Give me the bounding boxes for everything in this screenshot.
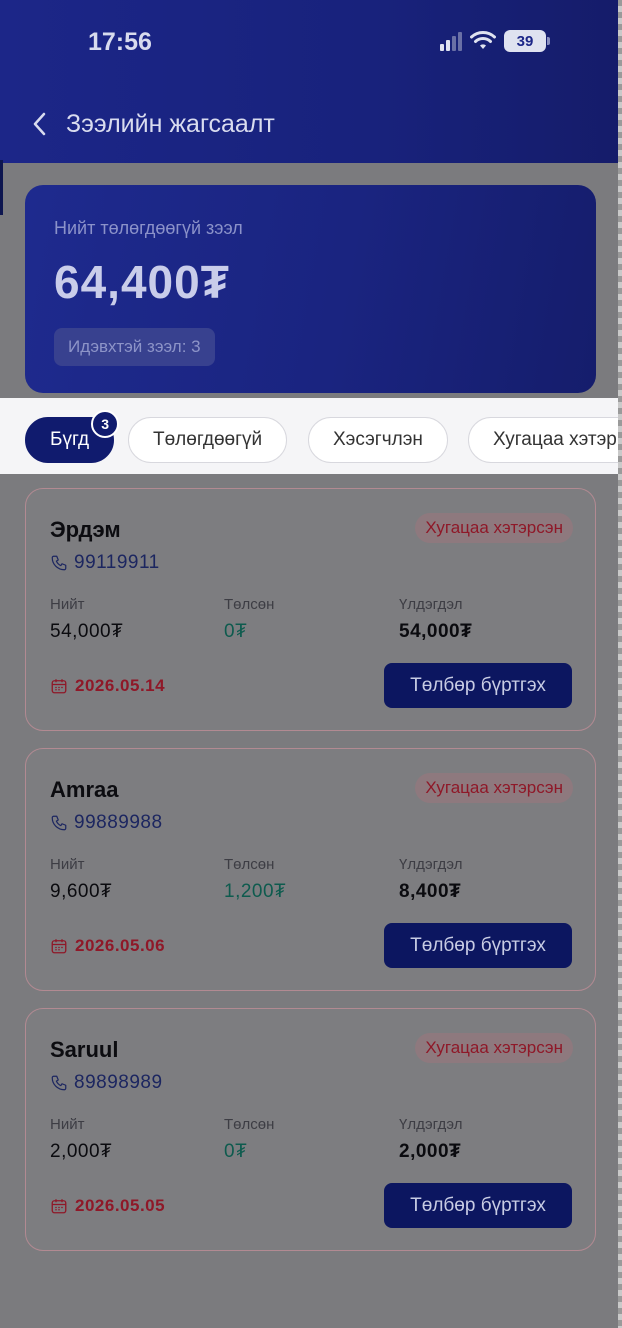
due-date-row: 2026.05.06 [50, 936, 165, 956]
filter-overdue[interactable]: Хугацаа хэтэр [468, 417, 622, 463]
app-header: 17:56 39 Зээлийн жагсаалт [0, 0, 618, 163]
paid-value: 1,200₮ [224, 881, 287, 902]
loan-card[interactable]: Saruul Хугацаа хэтэрсэн 89898989 Нийт 2,… [25, 1008, 596, 1251]
window-edge [618, 0, 622, 1328]
back-chevron-icon[interactable] [28, 108, 52, 140]
filter-partial-label: Хэсэгчлэн [333, 429, 423, 450]
due-date-row: 2026.05.05 [50, 1196, 165, 1216]
filter-partial[interactable]: Хэсэгчлэн [308, 417, 448, 463]
loan-card[interactable]: Amraa Хугацаа хэтэрсэн 99889988 Нийт 9,6… [25, 748, 596, 991]
register-payment-button[interactable]: Төлбөр бүртгэх [384, 1183, 572, 1228]
remaining-value: 54,000₮ [399, 621, 473, 642]
status-badge: Хугацаа хэтэрсэн [415, 513, 573, 543]
due-date: 2026.05.06 [75, 936, 166, 955]
phone-row[interactable]: 89898989 [50, 1072, 163, 1094]
remaining-value: 8,400₮ [399, 881, 462, 902]
paid-label: Төлсөн [224, 596, 275, 613]
filter-all[interactable]: Бүгд 3 [25, 410, 120, 463]
total-column: Нийт 54,000₮ [50, 596, 123, 643]
phone-row[interactable]: 99119911 [50, 552, 160, 574]
total-column: Нийт 2,000₮ [50, 1116, 112, 1163]
wifi-icon [470, 31, 496, 49]
calendar-icon [51, 1199, 67, 1214]
total-value: 54,000₮ [50, 621, 124, 642]
signal-icon [440, 31, 462, 51]
filter-all-label: Бүгд [50, 429, 90, 450]
remaining-value: 2,000₮ [399, 1141, 462, 1162]
status-time: 17:56 [88, 28, 152, 56]
remaining-label: Үлдэгдэл [399, 856, 463, 873]
total-column: Нийт 9,600₮ [50, 856, 112, 903]
borrower-name: Amraa [50, 777, 119, 802]
paid-value: 0₮ [224, 621, 248, 642]
phone-icon [51, 555, 67, 571]
phone-icon [51, 1075, 67, 1091]
remaining-column: Үлдэгдэл 2,000₮ [399, 1116, 462, 1163]
due-date: 2026.05.05 [75, 1196, 166, 1215]
remaining-label: Үлдэгдэл [399, 1116, 463, 1133]
status-badge: Хугацаа хэтэрсэн [415, 1033, 573, 1063]
calendar-icon [51, 679, 67, 694]
phone-number: 99119911 [74, 552, 160, 573]
paid-column: Төлсөн 1,200₮ [224, 856, 286, 903]
left-edge-bar [0, 160, 3, 215]
phone-number: 89898989 [74, 1072, 163, 1093]
remaining-column: Үлдэгдэл 8,400₮ [399, 856, 462, 903]
phone-number: 99889988 [74, 812, 163, 833]
phone-icon [51, 815, 67, 831]
register-payment-button[interactable]: Төлбөр бүртгэх [384, 923, 572, 968]
summary-label: Нийт төлөгдөөгүй зээл [54, 218, 243, 238]
filter-overdue-label: Хугацаа хэтэр [493, 429, 617, 450]
loan-card[interactable]: Эрдэм Хугацаа хэтэрсэн 99119911 Нийт 54,… [25, 488, 596, 731]
register-payment-button[interactable]: Төлбөр бүртгэх [384, 663, 572, 708]
active-loans-badge: Идэвхтэй зээл: 3 [54, 328, 215, 366]
page-title: Зээлийн жагсаалт [66, 110, 275, 138]
filter-unpaid[interactable]: Төлөгдөөгүй [128, 417, 288, 463]
paid-label: Төлсөн [224, 856, 275, 873]
total-label: Нийт [50, 1116, 85, 1133]
total-value: 2,000₮ [50, 1141, 113, 1162]
remaining-column: Үлдэгдэл 54,000₮ [399, 596, 472, 643]
status-badge: Хугацаа хэтэрсэн [415, 773, 573, 803]
summary-card: Нийт төлөгдөөгүй зээл 64,400₮ Идэвхтэй з… [25, 185, 596, 393]
total-label: Нийт [50, 596, 85, 613]
phone-row[interactable]: 99889988 [50, 812, 163, 834]
filter-tabs: Бүгд 3 Төлөгдөөгүй Хэсэгчлэн Хугацаа хэт… [0, 398, 622, 474]
paid-label: Төлсөн [224, 1116, 275, 1133]
paid-column: Төлсөн 0₮ [224, 1116, 274, 1163]
borrower-name: Saruul [50, 1037, 119, 1062]
summary-amount: 64,400₮ [54, 256, 230, 308]
remaining-label: Үлдэгдэл [399, 596, 463, 613]
filter-all-count: 3 [91, 410, 120, 438]
paid-column: Төлсөн 0₮ [224, 596, 274, 643]
total-value: 9,600₮ [50, 881, 113, 902]
filter-unpaid-label: Төлөгдөөгүй [153, 429, 263, 450]
status-icons: 39 [440, 30, 550, 52]
paid-value: 0₮ [224, 1141, 248, 1162]
due-date-row: 2026.05.14 [50, 676, 165, 696]
due-date: 2026.05.14 [75, 676, 166, 695]
battery-icon: 39 [504, 30, 550, 52]
borrower-name: Эрдэм [50, 517, 121, 542]
total-label: Нийт [50, 856, 85, 873]
calendar-icon [51, 939, 67, 954]
